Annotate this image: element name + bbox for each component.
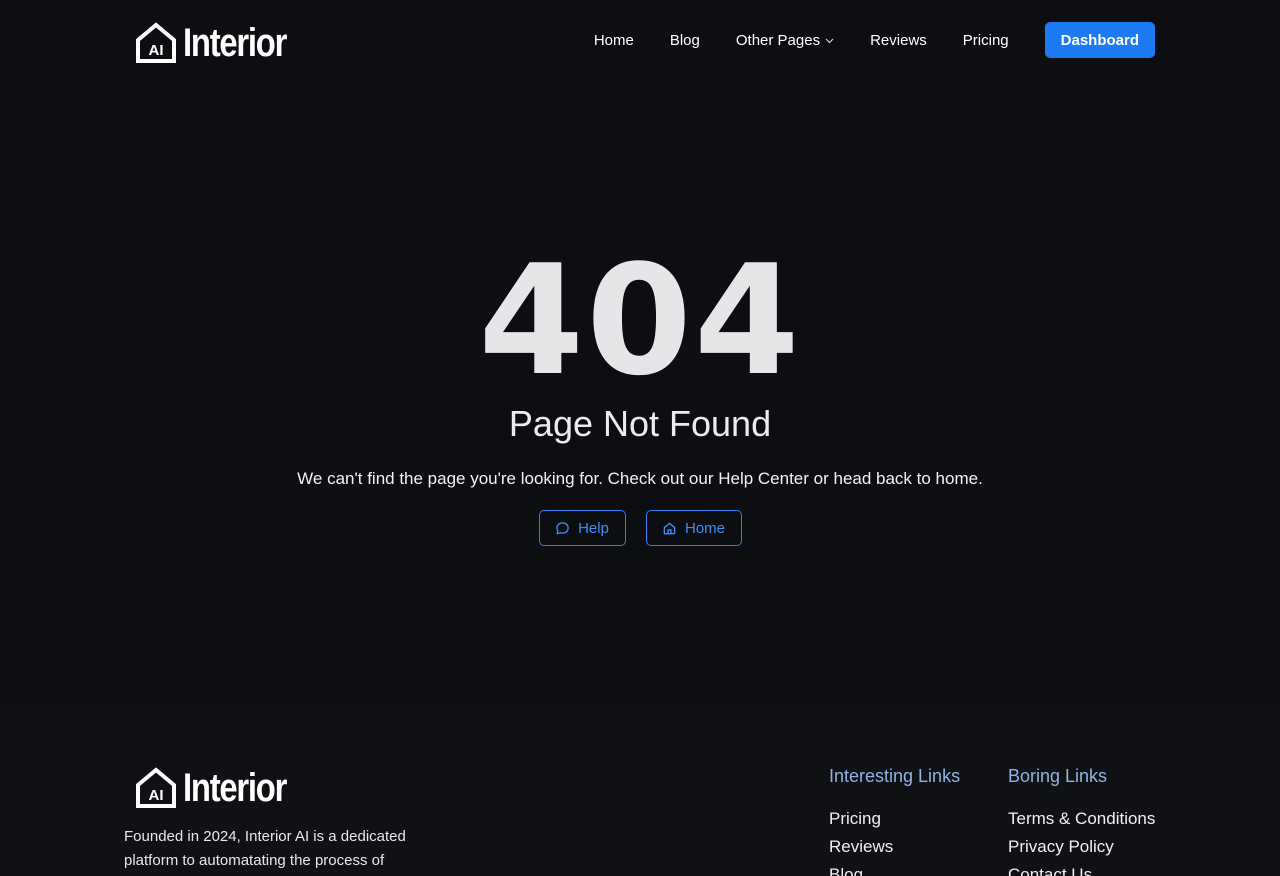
footer-column-boring: Boring Links Terms & Conditions Privacy … bbox=[1008, 765, 1155, 876]
home-button-label: Home bbox=[684, 519, 725, 537]
nav-blog[interactable]: Blog bbox=[670, 32, 700, 49]
site-header: AI Interior Home Blog Other Pages Review… bbox=[0, 0, 1280, 80]
help-button-label: Help bbox=[578, 519, 609, 537]
home-icon bbox=[662, 521, 677, 536]
logo-text: Interior bbox=[183, 21, 287, 65]
chevron-down-icon bbox=[825, 36, 834, 46]
home-button[interactable]: Home bbox=[645, 510, 742, 546]
error-actions: Help Home bbox=[0, 510, 1280, 546]
dashboard-button[interactable]: Dashboard bbox=[1044, 22, 1155, 58]
logo-text: Interior bbox=[183, 766, 287, 810]
footer-column-interesting: Interesting Links Pricing Reviews Blog bbox=[829, 765, 960, 876]
logo-badge: AI bbox=[149, 787, 164, 804]
house-icon: AI bbox=[135, 22, 177, 64]
footer-description: Founded in 2024, Interior AI is a dedica… bbox=[124, 828, 406, 869]
footer-column-title: Interesting Links bbox=[829, 766, 961, 786]
nav-pricing[interactable]: Pricing bbox=[963, 32, 1009, 49]
footer-link-terms[interactable]: Terms & Conditions bbox=[1008, 805, 1155, 833]
main-nav: Home Blog Other Pages Reviews Pricing Da… bbox=[594, 22, 1155, 58]
header-logo[interactable]: AI Interior bbox=[135, 22, 309, 64]
footer-logo[interactable]: AI Interior bbox=[135, 767, 309, 809]
logo-badge: AI bbox=[149, 42, 164, 59]
error-code: 404 bbox=[478, 232, 802, 409]
nav-other-pages[interactable]: Other Pages bbox=[736, 32, 834, 49]
footer-link-privacy[interactable]: Privacy Policy bbox=[1008, 833, 1155, 861]
nav-other-pages-label: Other Pages bbox=[735, 31, 821, 49]
error-title: Page Not Found bbox=[508, 403, 772, 444]
error-section: 404 Page Not Found We can't find the pag… bbox=[0, 80, 1280, 705]
site-footer: AI Interior Founded in 2024, Interior AI… bbox=[0, 705, 1280, 876]
chat-bubble-icon bbox=[555, 521, 570, 536]
footer-column-title: Boring Links bbox=[1008, 766, 1108, 786]
house-icon: AI bbox=[135, 767, 177, 809]
error-description: We can't find the page you're looking fo… bbox=[297, 469, 983, 488]
nav-home[interactable]: Home bbox=[594, 32, 634, 49]
help-button[interactable]: Help bbox=[538, 510, 626, 546]
footer-link-blog[interactable]: Blog bbox=[829, 861, 960, 876]
footer-link-pricing[interactable]: Pricing bbox=[829, 805, 960, 833]
nav-reviews[interactable]: Reviews bbox=[870, 32, 927, 49]
footer-link-contact[interactable]: Contact Us bbox=[1008, 861, 1155, 876]
footer-link-reviews[interactable]: Reviews bbox=[829, 833, 960, 861]
